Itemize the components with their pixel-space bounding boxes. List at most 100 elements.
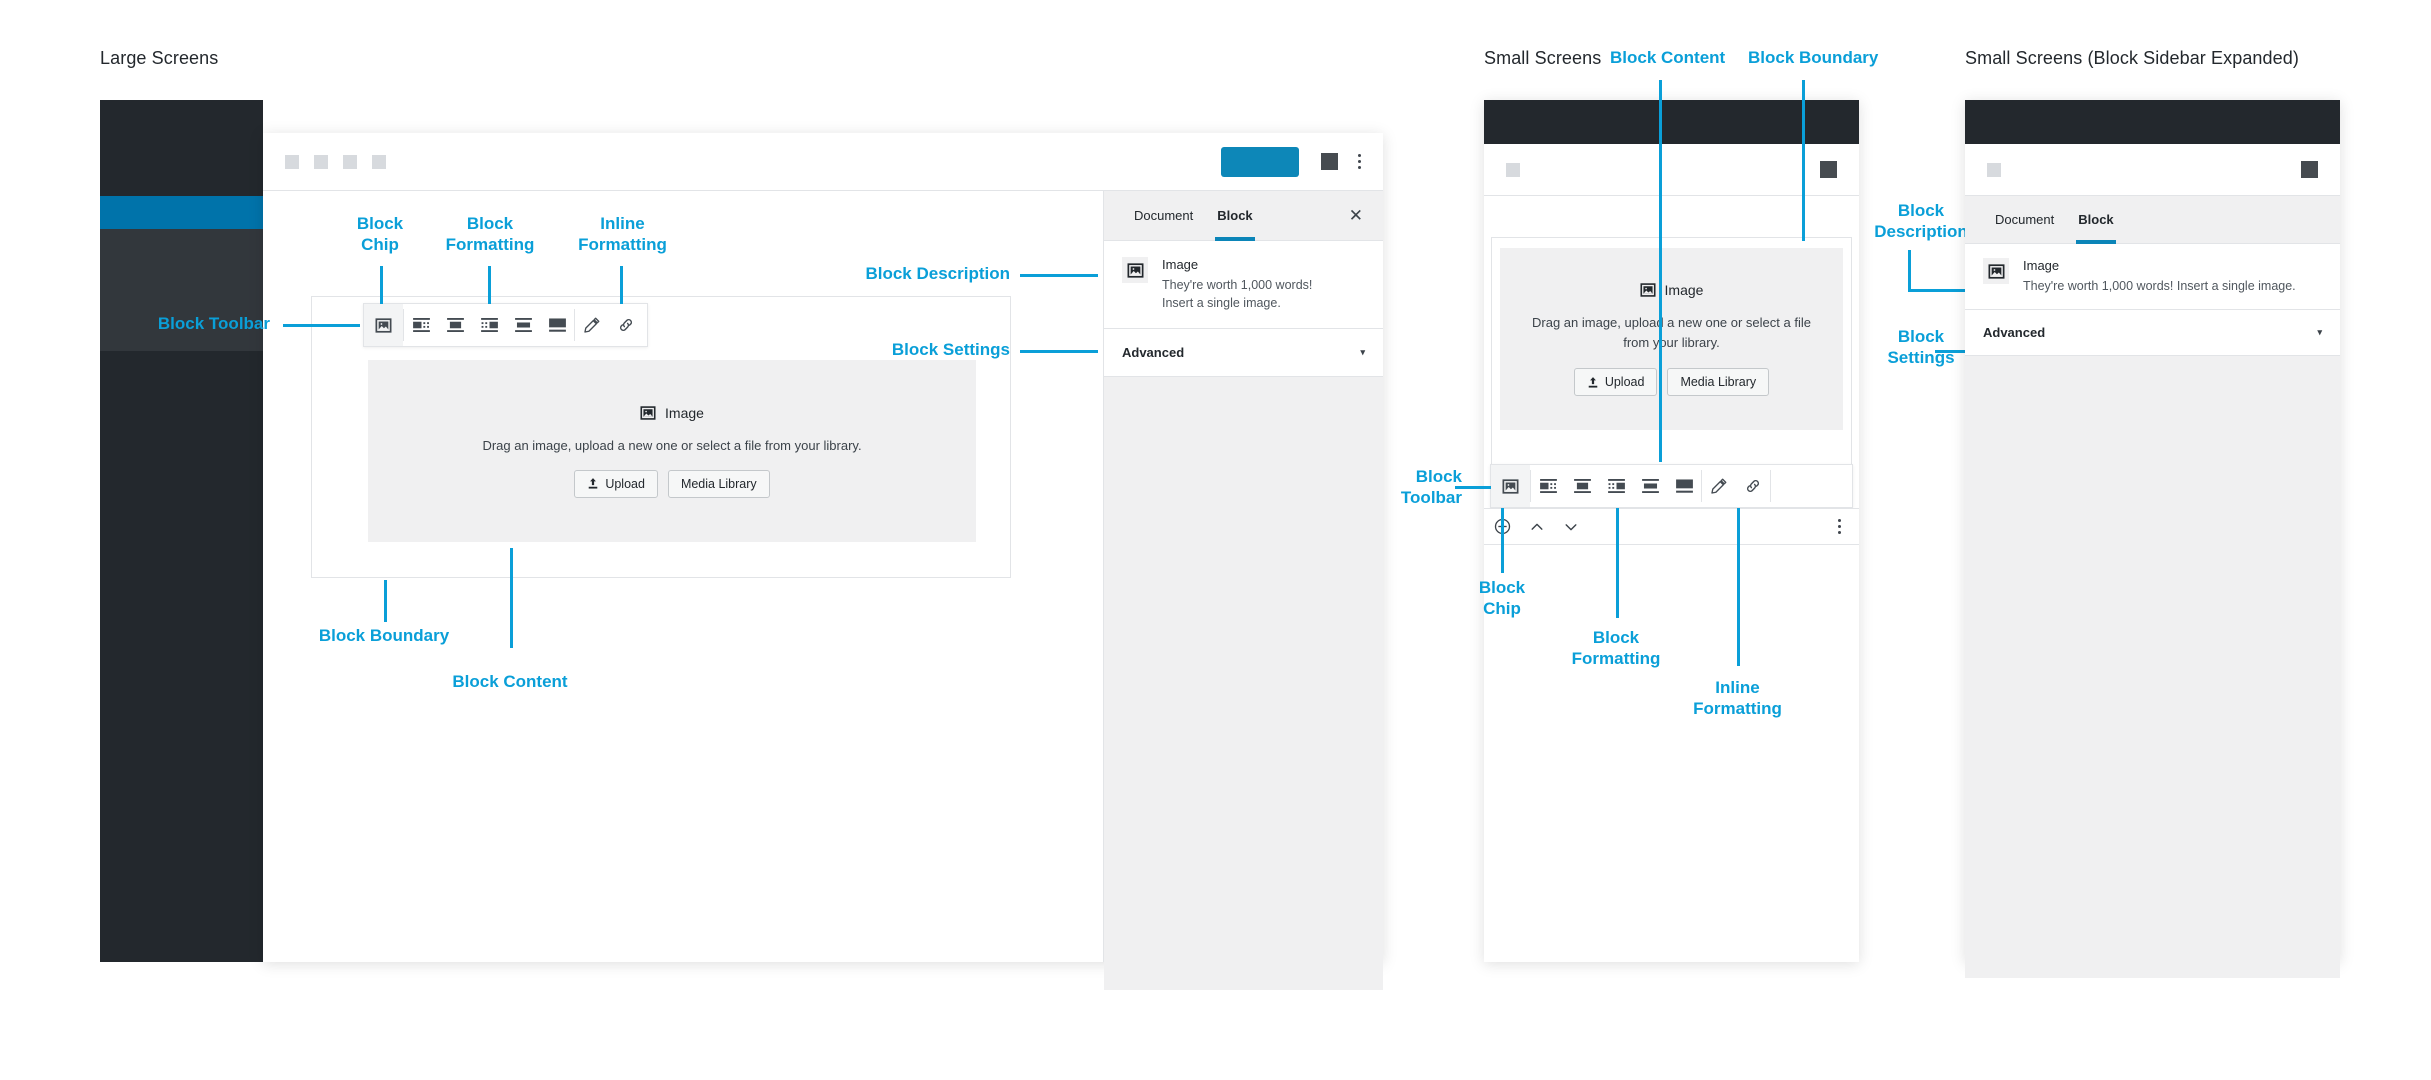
- anno-block-settings-large: Block Settings: [891, 340, 1010, 359]
- align-left-icon[interactable]: [1531, 465, 1565, 507]
- placeholder-title-text: Image: [665, 404, 704, 421]
- move-up-icon[interactable]: [1529, 519, 1545, 535]
- topbar-placeholder-square[interactable]: [1987, 162, 2001, 177]
- anno-block-toolbar-large: Block Toolbar: [157, 314, 270, 333]
- block-desc-line-2: Insert a single image.: [1162, 296, 1281, 311]
- anno-line-block-description-large: [1020, 274, 1098, 277]
- anno-inline-formatting-large: Inline Formatting: [578, 214, 667, 254]
- block-toolbar-large: [363, 303, 648, 347]
- anno-line-block-toolbar-large: [283, 324, 360, 327]
- placeholder-description-line-2: from your library.: [1623, 335, 1720, 350]
- link-icon[interactable]: [1736, 465, 1770, 507]
- image-icon: [640, 405, 656, 420]
- upload-button[interactable]: Upload: [1573, 368, 1658, 397]
- move-down-icon[interactable]: [1563, 519, 1579, 535]
- placeholder-title-text: Image: [1664, 281, 1704, 298]
- anno-line-block-boundary-small: [1802, 80, 1805, 241]
- caption-large-screens: Large Screens: [100, 48, 219, 68]
- block-desc-line-1: They're worth 1,000 words!: [1162, 278, 1313, 292]
- anno-block-chip-small: Block Chip: [1478, 578, 1526, 618]
- topbar-placeholder-square[interactable]: [372, 154, 386, 169]
- anno-inline-formatting-small: Inline Formatting: [1693, 678, 1782, 718]
- placeholder-title: Image: [1640, 281, 1704, 298]
- upload-label: Upload: [1604, 375, 1645, 390]
- anno-block-settings-small: Block Settings: [1887, 327, 1955, 367]
- advanced-accordion[interactable]: Advanced ▾: [1104, 329, 1383, 378]
- block-sidebar-small-expanded: Document Block Image They're worth 1,000…: [1965, 196, 2340, 979]
- tab-block[interactable]: Block: [1205, 191, 1264, 241]
- edit-pencil-icon[interactable]: [575, 304, 609, 346]
- chevron-down-icon: ▾: [1360, 347, 1365, 358]
- block-chip-image-icon[interactable]: [364, 304, 403, 346]
- topbar-placeholder-square[interactable]: [343, 154, 357, 169]
- advanced-label: Advanced: [1122, 345, 1185, 361]
- upload-label: Upload: [605, 476, 645, 491]
- block-description-card: Image They're worth 1,000 words! Insert …: [1965, 244, 2340, 311]
- align-right-icon[interactable]: [472, 304, 506, 346]
- image-placeholder-small: Image Drag an image, upload a new one or…: [1500, 248, 1843, 430]
- anno-line-block-chip-small: [1501, 508, 1504, 573]
- more-options-icon[interactable]: [1358, 154, 1361, 169]
- block-desc: They're worth 1,000 words! Insert a sing…: [2023, 279, 2296, 293]
- anno-line-block-toolbar-small: [1455, 486, 1491, 489]
- align-full-icon[interactable]: [540, 304, 574, 346]
- settings-toggle-button[interactable]: [1820, 161, 1837, 178]
- media-library-button[interactable]: Media Library: [1667, 368, 1770, 397]
- image-block-icon: [1122, 257, 1148, 283]
- placeholder-description: Drag an image, upload a new one or selec…: [482, 437, 862, 453]
- anno-block-content-small: Block Content: [1610, 48, 1726, 67]
- anno-block-boundary-small: Block Boundary: [1748, 48, 1879, 67]
- tab-document[interactable]: Document: [1122, 191, 1205, 240]
- placeholder-description: Drag an image, upload a new one or selec…: [1532, 313, 1811, 353]
- settings-toggle-button[interactable]: [2301, 161, 2318, 178]
- media-library-label: Media Library: [1680, 375, 1757, 390]
- more-options-icon[interactable]: [1838, 519, 1841, 534]
- align-wide-icon[interactable]: [506, 304, 540, 346]
- image-block-icon: [1983, 258, 2009, 284]
- anno-line-block-content-small: [1659, 80, 1662, 462]
- topbar-placeholder-square[interactable]: [314, 154, 328, 169]
- topbar-placeholder-square[interactable]: [285, 154, 299, 169]
- upload-icon: [589, 478, 598, 489]
- align-center-icon[interactable]: [438, 304, 472, 346]
- tab-block[interactable]: Block: [2066, 196, 2125, 244]
- align-left-icon[interactable]: [404, 304, 438, 346]
- anno-block-description-small: Block Description: [1874, 201, 1968, 241]
- tab-document[interactable]: Document: [1983, 196, 2066, 243]
- sidebar-tabs: Document Block ✕: [1104, 191, 1383, 241]
- upload-button[interactable]: Upload: [574, 469, 658, 498]
- anno-block-toolbar-small: Block Toolbar: [1400, 467, 1462, 507]
- anno-line-block-boundary-large: [384, 580, 387, 622]
- edit-pencil-icon[interactable]: [1702, 465, 1736, 507]
- advanced-label: Advanced: [1983, 325, 2046, 341]
- mobile-admin-bar: [1965, 100, 2340, 144]
- sidebar-tabs: Document Block: [1965, 196, 2340, 244]
- align-right-icon[interactable]: [1599, 465, 1633, 507]
- mobile-block-actions-bar: [1484, 508, 1859, 545]
- image-icon: [1640, 283, 1656, 297]
- wp-admin-sidebar-active-item[interactable]: [100, 196, 263, 229]
- topbar-placeholder-square[interactable]: [1506, 162, 1520, 177]
- align-wide-icon[interactable]: [1633, 465, 1667, 507]
- block-sidebar-large: Document Block ✕ Image They're worth 1,0…: [1103, 191, 1383, 991]
- placeholder-title: Image: [640, 405, 704, 421]
- editor-topbar-large: [263, 133, 1383, 191]
- align-full-icon[interactable]: [1667, 465, 1701, 507]
- advanced-accordion[interactable]: Advanced ▾: [1965, 310, 2340, 357]
- upload-icon: [1588, 376, 1598, 388]
- align-center-icon[interactable]: [1565, 465, 1599, 507]
- anno-block-formatting-large: Block Formatting: [445, 214, 535, 254]
- anno-line-inline-formatting-large: [620, 266, 623, 304]
- link-icon[interactable]: [609, 304, 643, 346]
- sidebar-empty-area: [1104, 377, 1383, 991]
- caption-small-screens-expanded: Small Screens (Block Sidebar Expanded): [1965, 48, 2299, 68]
- media-library-button[interactable]: Media Library: [667, 469, 770, 498]
- sidebar-empty-area: [1965, 356, 2340, 979]
- settings-toggle-button[interactable]: [1321, 153, 1338, 170]
- publish-button[interactable]: [1221, 146, 1299, 177]
- block-chip-image-icon[interactable]: [1491, 465, 1530, 507]
- close-icon[interactable]: ✕: [1349, 207, 1365, 224]
- placeholder-buttons: Upload Media Library: [574, 469, 770, 498]
- anno-line-block-formatting-large: [488, 266, 491, 304]
- editor-topbar-small-expanded: [1965, 144, 2340, 196]
